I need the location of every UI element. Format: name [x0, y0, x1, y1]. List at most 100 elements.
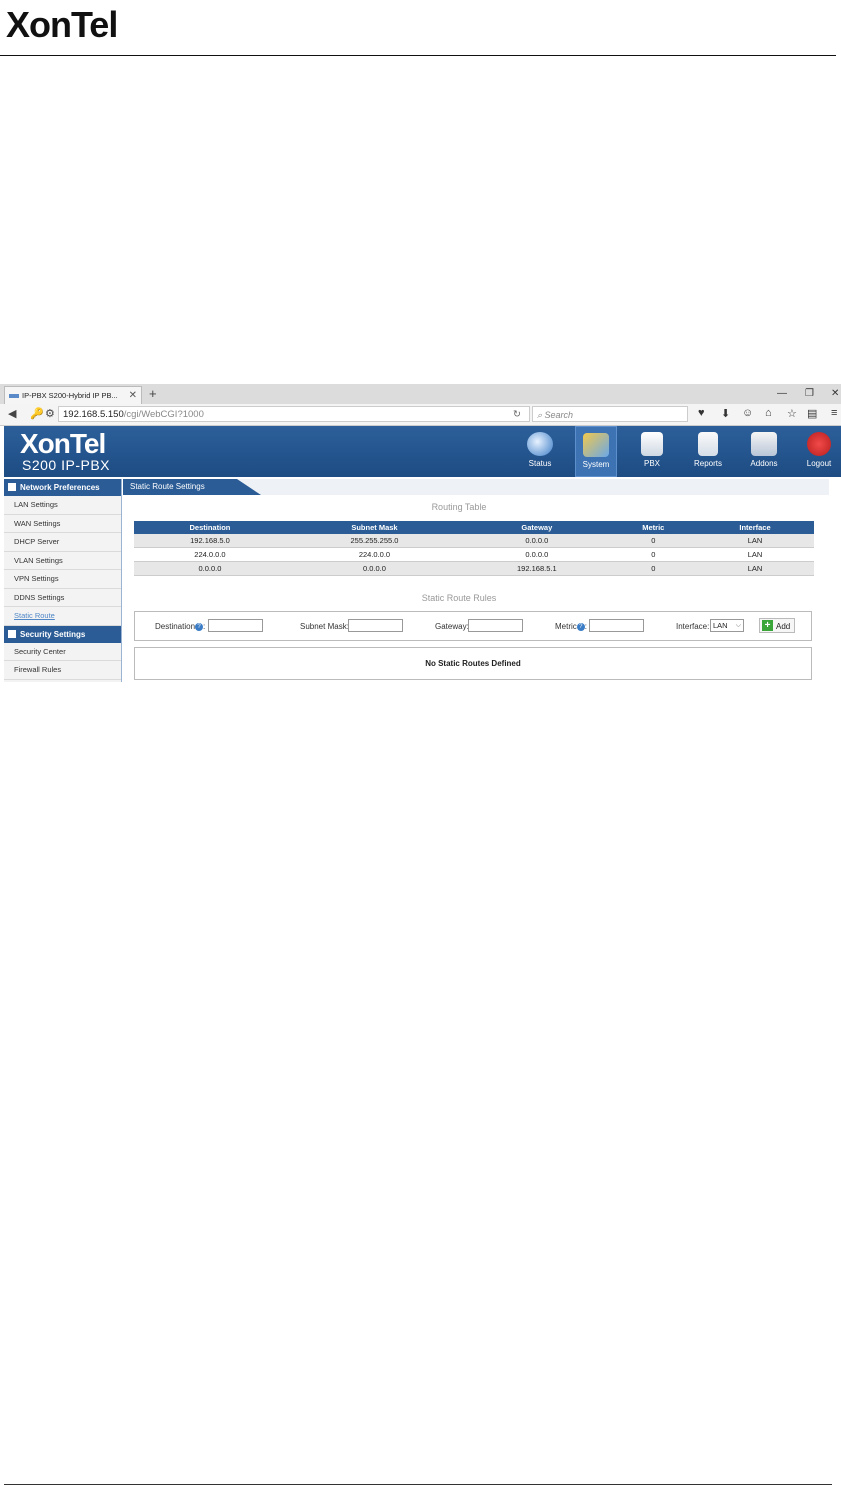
app-header: XonTel S200 IP-PBX Status System PBX Rep…	[4, 426, 841, 477]
metric-label-text: Metric	[555, 622, 577, 631]
table-row: 0.0.0.0 0.0.0.0 192.168.5.1 0 LAN	[134, 561, 814, 576]
table-cell: 224.0.0.0	[134, 547, 286, 562]
sidebar: Network Preferences LAN Settings WAN Set…	[4, 479, 122, 682]
plus-icon: +	[762, 620, 773, 631]
header-divider	[0, 55, 836, 56]
main-content: Static Route Settings Routing Table Dest…	[123, 479, 833, 682]
gateway-field[interactable]	[468, 619, 523, 632]
destination-label-text: Destination	[155, 622, 196, 631]
destination-label: Destination?:	[155, 622, 206, 631]
nav-label: Reports	[693, 459, 722, 468]
subnet-mask-field[interactable]	[348, 619, 403, 632]
sidebar-heading-network[interactable]: Network Preferences	[4, 479, 121, 496]
subnet-mask-label: Subnet Mask:	[300, 622, 349, 631]
logout-icon	[807, 432, 831, 456]
column-header: Interface	[696, 521, 814, 534]
table-row: 224.0.0.0 224.0.0.0 0.0.0.0 0 LAN	[134, 547, 814, 562]
close-window-icon[interactable]: ✕	[831, 384, 839, 404]
sidebar-heading-security[interactable]: Security Settings	[4, 625, 121, 643]
reload-icon[interactable]: ↻	[513, 407, 521, 423]
sidebar-item-lan-settings[interactable]: LAN Settings	[4, 496, 121, 515]
nav-logout[interactable]: Logout	[802, 426, 836, 477]
nav-label: Logout	[806, 459, 832, 468]
table-cell: 255.255.255.0	[285, 534, 464, 548]
document-logo: XonTel	[6, 4, 118, 45]
breadcrumb-current: Static Route Settings	[123, 479, 261, 495]
restore-icon[interactable]: ❐	[805, 384, 814, 404]
empty-state-message: No Static Routes Defined	[134, 647, 812, 680]
menu-icon[interactable]: ≡	[831, 407, 837, 419]
sidebar-item-ddns-settings[interactable]: DDNS Settings	[4, 589, 121, 607]
interface-label: Interface:	[676, 622, 710, 631]
gateway-label: Gateway:	[435, 622, 469, 631]
column-header: Subnet Mask	[285, 521, 464, 534]
interface-value: LAN	[713, 621, 728, 630]
url-path: /cgi/WebCGI?1000	[123, 409, 204, 420]
column-header: Gateway	[463, 521, 611, 534]
search-input[interactable]: ⌕ Search	[532, 406, 688, 422]
address-bar[interactable]: 192.168.5.150/cgi/WebCGI?1000 ↻	[58, 406, 530, 422]
app-logo: XonTel	[20, 428, 106, 459]
chevron-down-icon: ⌵	[735, 622, 741, 629]
sidebar-item-firewall-rules[interactable]: Firewall Rules	[4, 661, 121, 680]
nav-system[interactable]: System	[575, 426, 617, 477]
browser-tab[interactable]: IP-PBX S200-Hybrid IP PB... ✕	[4, 386, 142, 404]
pocket-icon[interactable]: ♥	[698, 407, 705, 419]
nav-status[interactable]: Status	[522, 426, 558, 477]
favicon-icon	[9, 394, 19, 399]
bookmark-star-icon[interactable]: ☆	[787, 407, 797, 420]
heading-label: Security Settings	[20, 629, 86, 639]
sidebar-item-vlan-settings[interactable]: VLAN Settings	[4, 552, 121, 570]
home-icon[interactable]: ⌂	[765, 407, 772, 419]
nav-reports[interactable]: Reports	[690, 426, 726, 477]
library-icon[interactable]: ▤	[807, 407, 817, 420]
nav-addons[interactable]: Addons	[744, 426, 784, 477]
routing-table-title: Routing Table	[431, 502, 487, 512]
destination-field[interactable]	[208, 619, 263, 632]
breadcrumb: Static Route Settings	[123, 479, 829, 495]
browser-toolbar: ◀ 🔑 ⚙ 192.168.5.150/cgi/WebCGI?1000 ↻ ⌕ …	[0, 404, 841, 426]
sidebar-item-dhcp-server[interactable]: DHCP Server	[4, 533, 121, 552]
metric-field[interactable]	[589, 619, 644, 632]
tab-title: IP-PBX S200-Hybrid IP PB...	[22, 391, 118, 400]
table-cell: LAN	[696, 547, 814, 562]
nav-pbx[interactable]: PBX	[634, 426, 670, 477]
table-cell: 0.0.0.0	[285, 561, 464, 576]
routing-table: Destination Subnet Mask Gateway Metric I…	[134, 521, 814, 576]
chat-icon[interactable]: ☺	[742, 407, 753, 419]
footer-divider	[4, 1484, 832, 1485]
minimize-icon[interactable]: —	[777, 384, 787, 404]
pbx-icon	[641, 432, 663, 456]
browser-screenshot: IP-PBX S200-Hybrid IP PB... ✕ + — ❐ ✕ ◀ …	[0, 384, 841, 682]
add-button[interactable]: + Add	[759, 618, 795, 633]
interface-select[interactable]: LAN ⌵	[710, 619, 744, 632]
metric-label: Metric?:	[555, 622, 588, 631]
site-info-icon[interactable]: 🔑	[30, 407, 44, 420]
table-cell: 0	[610, 534, 697, 548]
table-cell: LAN	[696, 534, 814, 548]
sidebar-item-static-route[interactable]: Static Route	[4, 607, 121, 626]
nav-label: PBX	[643, 459, 660, 468]
help-icon[interactable]: ?	[195, 622, 204, 631]
search-placeholder: Search	[544, 410, 574, 420]
sidebar-item-wan-settings[interactable]: WAN Settings	[4, 515, 121, 533]
back-icon[interactable]: ◀	[8, 407, 16, 420]
static-route-rules-title: Static Route Rules	[421, 593, 497, 603]
nav-label: System	[582, 460, 610, 469]
help-icon[interactable]: ?	[576, 622, 585, 631]
status-icon	[527, 432, 553, 456]
table-cell: 224.0.0.0	[285, 547, 464, 562]
sidebar-item-security-center[interactable]: Security Center	[4, 643, 121, 661]
sidebar-item-vpn-settings[interactable]: VPN Settings	[4, 570, 121, 589]
table-row: 192.168.5.0 255.255.255.0 0.0.0.0 0 LAN	[134, 534, 814, 548]
table-cell: 192.168.5.0	[134, 534, 286, 548]
column-header: Destination	[134, 521, 286, 534]
table-cell: 0.0.0.0	[463, 547, 611, 562]
collapse-icon	[8, 483, 16, 491]
table-cell: 192.168.5.1	[463, 561, 611, 576]
download-icon[interactable]: ⬇	[721, 407, 730, 420]
close-tab-icon[interactable]: ✕	[129, 387, 137, 405]
permissions-icon[interactable]: ⚙	[45, 407, 55, 420]
add-label: Add	[776, 622, 791, 631]
new-tab-icon[interactable]: +	[149, 384, 157, 404]
